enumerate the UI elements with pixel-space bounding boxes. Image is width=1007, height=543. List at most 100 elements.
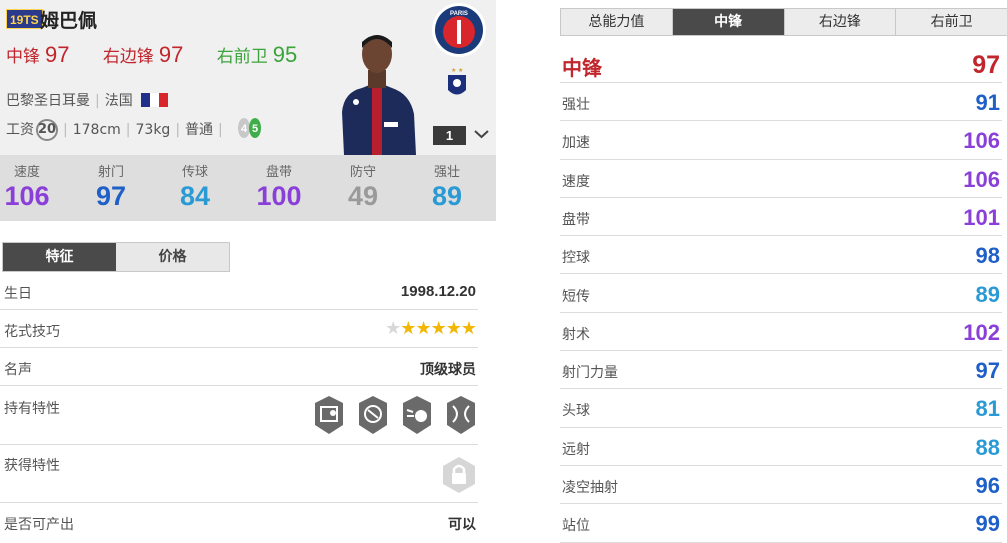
skill-stars: ★★★★★★ (385, 318, 477, 339)
attribute-row: 短传 89 (560, 275, 1002, 313)
attribute-value: 89 (975, 281, 1000, 307)
tab-overall[interactable]: 总能力值 (561, 9, 673, 35)
fame-value: 顶级球员 (420, 362, 476, 378)
attribute-row: 强壮 91 (560, 83, 1002, 122)
acquired-traits-label: 获得特性 (4, 458, 60, 474)
position-name: 右边锋 (102, 47, 154, 67)
stat-value: 97 (95, 181, 127, 211)
svg-text:★: ★ (458, 67, 463, 74)
attribute-value: 91 (975, 90, 1000, 115)
position-name: 右前卫 (216, 47, 268, 67)
attribute-row: 头球 81 (560, 389, 1002, 428)
attribute-label: 远射 (562, 441, 590, 458)
attribute-row: 凌空抽射 96 (560, 466, 1002, 505)
footedness-icon: 4 5 (235, 116, 265, 144)
nation-team-logo: ★ ★ (448, 67, 466, 95)
position-rating-1: 中锋 97 (6, 42, 83, 67)
player-photo (342, 35, 416, 155)
attribute-label: 短传 (562, 288, 590, 305)
attribute-row: 射门力量 97 (560, 351, 1002, 390)
stat-label: 射门 (97, 165, 124, 180)
chevron-down-icon[interactable] (473, 127, 490, 141)
attribute-label: 凌空抽射 (562, 480, 618, 496)
attribute-row: 速度 106 (560, 160, 1002, 198)
skill-moves-row: 花式技巧 ★★★★★★ (0, 310, 478, 348)
player-header: 19TS 姆巴佩 中锋 97 右边锋 97 右前卫 95 巴黎圣日耳曼 | 法国 工资 20… (0, 0, 496, 155)
attribute-value: 106 (963, 166, 1000, 192)
tab-st[interactable]: 中锋 (672, 9, 785, 35)
level-selector[interactable]: 1 (433, 126, 466, 145)
producible-label: 是否可产出 (4, 517, 74, 533)
tab-rw[interactable]: 右边锋 (784, 9, 897, 35)
position-rating-2: 右边锋 97 (102, 42, 197, 67)
attribute-value: 98 (975, 243, 1000, 269)
attribute-label: 射术 (562, 326, 590, 343)
lock-icon[interactable] (440, 456, 478, 494)
attributes-panel: 总能力值 中锋 右边锋 右前卫 中锋 97 强壮 91 加速 106 速度 106 盘带 10… (558, 0, 1007, 543)
position-value: 97 (45, 42, 70, 67)
attribute-header-row: 中锋 97 (560, 44, 1002, 83)
stat-pace: 速度 106 (0, 161, 62, 211)
star-empty-icon: ★ (385, 318, 401, 339)
stat-label: 传球 (181, 165, 208, 180)
stat-shooting: 射门 97 (76, 161, 146, 211)
flair-trait-icon[interactable] (359, 396, 387, 434)
position-rating-3: 右前卫 95 (216, 42, 311, 67)
position-tabs: 总能力值 中锋 右边锋 右前卫 (560, 8, 1007, 36)
player-card-panel: 19TS 姆巴佩 中锋 97 右边锋 97 右前卫 95 巴黎圣日耳曼 | 法国 工资 20… (0, 0, 496, 543)
tab-traits[interactable]: 特征 (3, 243, 116, 271)
stat-value: 100 (256, 181, 302, 211)
stat-value: 84 (179, 181, 211, 211)
club-logo-text: PARIS (450, 11, 468, 17)
fame-label: 名声 (4, 362, 32, 378)
finesse-shot-trait-icon[interactable] (315, 396, 343, 434)
attribute-value: 81 (975, 396, 1000, 422)
attribute-row: 射术 102 (560, 313, 1002, 352)
fame-row: 名声 顶级球员 (0, 348, 478, 386)
attribute-label: 射门力量 (562, 365, 618, 382)
stat-label: 速度 (13, 165, 40, 180)
club-nation-line: 巴黎圣日耳曼 | 法国 (6, 90, 169, 110)
svg-text:★: ★ (451, 67, 456, 74)
strong-foot-value: 5 (252, 123, 258, 135)
attribute-row: 控球 98 (560, 236, 1002, 275)
attribute-label: 强壮 (562, 97, 590, 113)
speed-dribbler-trait-icon[interactable] (403, 396, 431, 434)
attribute-label: 速度 (562, 173, 590, 190)
stat-value: 89 (431, 181, 463, 211)
stat-label: 防守 (349, 165, 376, 180)
position-value: 95 (272, 42, 298, 67)
acquired-traits-row: 获得特性 (0, 445, 478, 503)
detail-tabs: 特征 价格 (2, 242, 230, 272)
technical-dribbler-trait-icon[interactable] (447, 396, 475, 434)
star-filled-icon: ★ (445, 318, 462, 339)
attribute-label: 站位 (562, 518, 590, 535)
birthday-value: 1998.12.20 (400, 283, 476, 300)
season-badge: 19TS (6, 9, 43, 29)
attribute-label: 头球 (562, 403, 590, 420)
wage-label: 工资 (6, 122, 34, 138)
club-logo: PARIS (432, 3, 486, 57)
star-filled-icon: ★ (430, 318, 447, 339)
birthday-label: 生日 (4, 286, 32, 302)
attribute-header-value: 97 (972, 51, 1000, 79)
body-type-value: 普通 (185, 122, 214, 138)
tab-rm[interactable]: 右前卫 (896, 9, 1007, 35)
weak-foot-value: 4 (241, 123, 248, 135)
attribute-row: 站位 99 (560, 504, 1002, 543)
birthday-row: 生日 1998.12.20 (0, 274, 478, 310)
stat-value: 106 (4, 181, 50, 211)
skill-moves-label: 花式技巧 (4, 324, 60, 340)
player-name: 姆巴佩 (40, 10, 98, 32)
attribute-value: 97 (975, 358, 1000, 384)
attribute-value: 102 (963, 319, 1000, 345)
owned-traits-label: 持有特性 (4, 401, 60, 417)
tab-price[interactable]: 价格 (116, 243, 229, 271)
stat-dribbling: 盘带 100 (244, 161, 314, 211)
attribute-label: 控球 (562, 250, 590, 267)
player-info-line: 工资 20 | 178cm | 73kg | 普通 | 4 5 (6, 116, 265, 144)
club-name: 巴黎圣日耳曼 (6, 93, 90, 109)
attribute-value: 88 (975, 434, 1000, 460)
producible-row: 是否可产出 可以 (0, 503, 478, 543)
star-filled-icon: ★ (400, 318, 416, 339)
